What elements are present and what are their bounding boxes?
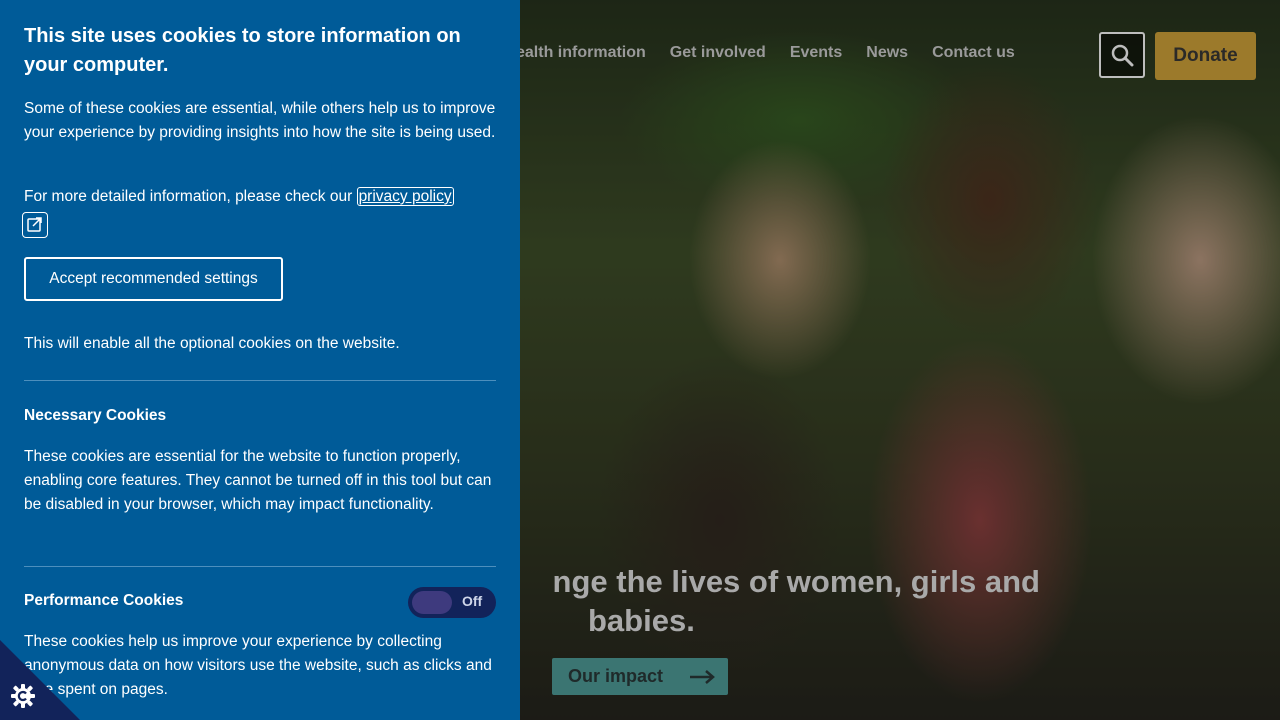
hero-title-line-1: nge the lives of women, girls and — [552, 564, 1040, 599]
performance-cookies-title: Performance Cookies — [24, 592, 184, 609]
cookie-more-info-text: For more detailed information, please ch… — [24, 188, 357, 205]
search-button[interactable] — [1099, 32, 1145, 78]
toggle-state-label: Off — [462, 593, 483, 609]
cookie-consent-panel: This site uses cookies to store informat… — [0, 0, 520, 720]
hero-title-line-2: babies. — [588, 603, 695, 638]
hero-title: nge the lives of women, girls and babies… — [520, 562, 1040, 640]
privacy-policy-link[interactable]: privacy policy — [356, 187, 454, 206]
necessary-cookies-text: These cookies are essential for the webs… — [24, 448, 492, 513]
necessary-cookies-title: Necessary Cookies — [24, 407, 167, 424]
nav-item-events[interactable]: Events — [790, 44, 842, 62]
our-impact-label: Our impact — [568, 666, 664, 686]
cookie-more-info: For more detailed information, please ch… — [24, 185, 496, 209]
cookie-panel-title: This site uses cookies to store informat… — [24, 25, 461, 76]
toggle-knob — [412, 591, 452, 614]
accept-note: This will enable all the optional cookie… — [24, 335, 400, 352]
accept-recommended-button[interactable]: Accept recommended settings — [24, 257, 283, 301]
cookie-settings-icon[interactable] — [10, 683, 36, 709]
main-nav: ealth information Get involved Events Ne… — [516, 44, 1015, 62]
nav-item-news[interactable]: News — [866, 44, 908, 62]
performance-cookies-toggle[interactable]: Off — [408, 587, 496, 618]
search-icon — [1111, 44, 1134, 67]
nav-item-get-involved[interactable]: Get involved — [670, 44, 766, 62]
external-link-icon[interactable] — [22, 212, 48, 238]
divider — [24, 566, 496, 567]
divider — [24, 380, 496, 381]
arrow-right-icon — [690, 669, 715, 684]
cookie-intro-text: Some of these cookies are essential, whi… — [24, 100, 496, 141]
our-impact-button[interactable]: Our impact — [552, 658, 728, 695]
nav-item-contact-us[interactable]: Contact us — [932, 44, 1015, 62]
performance-cookies-text: These cookies help us improve your exper… — [24, 633, 492, 698]
donate-button[interactable]: Donate — [1155, 32, 1256, 80]
nav-item-health-information[interactable]: ealth information — [516, 44, 646, 62]
